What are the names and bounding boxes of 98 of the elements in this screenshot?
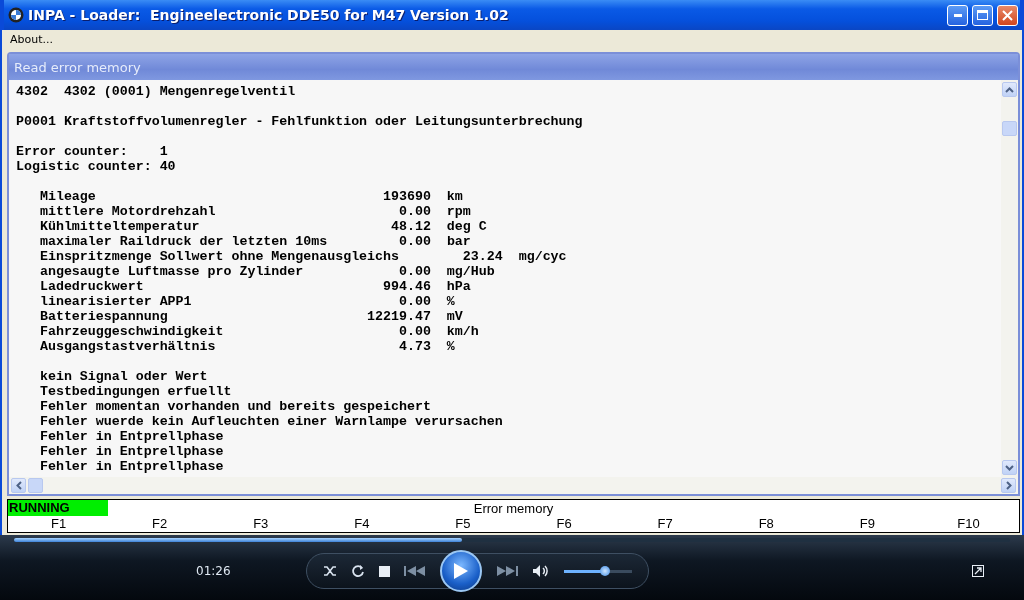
- text-line: Fehler in Entprellphase: [39, 444, 224, 459]
- function-key[interactable]: F3: [210, 516, 312, 532]
- text-line: kein Signal oder Wert: [39, 369, 208, 384]
- scroll-thumb[interactable]: [28, 478, 43, 493]
- function-key[interactable]: F4: [311, 516, 413, 532]
- measurement-value: 0.00: [398, 204, 431, 219]
- function-key[interactable]: F10: [917, 516, 1019, 532]
- measurement-label: Fahrzeuggeschwindigkeit: [39, 324, 225, 339]
- shuffle-icon: [323, 564, 337, 578]
- status-caption: Error memory: [472, 500, 555, 516]
- play-icon: [453, 562, 469, 580]
- measurement-value: 12219.47: [366, 309, 431, 324]
- measurement-unit: deg C: [445, 219, 488, 234]
- text-line: Fehler wuerde kein Aufleuchten einer Warnlampe verursachen: [39, 414, 503, 429]
- function-key[interactable]: F8: [715, 516, 817, 532]
- function-key[interactable]: F2: [109, 516, 211, 532]
- menu-item[interactable]: About...: [2, 32, 61, 46]
- repeat-icon: [351, 564, 365, 578]
- text-line: 4302 4302 (0001) Mengenregelventil: [16, 84, 297, 99]
- measurement-value: 0.00: [398, 264, 431, 279]
- measurement-unit: mg/Hub: [445, 264, 496, 279]
- measurement-label: angesaugte Luftmasse pro Zylinder: [39, 264, 305, 279]
- text-line: Testbedingungen erfuellt: [39, 384, 232, 399]
- measurement-unit: %: [445, 339, 456, 354]
- measurement-value: 0.00: [398, 234, 431, 249]
- speaker-icon: [532, 564, 550, 578]
- stop-button[interactable]: [379, 565, 390, 577]
- measurement-label: maximaler Raildruck der letzten 10ms: [39, 234, 328, 249]
- measurement-unit: hPa: [445, 279, 472, 294]
- measurement-label: Ladedruckwert: [39, 279, 145, 294]
- volume-slider[interactable]: [564, 569, 632, 573]
- measurement-value: 23.24: [461, 249, 503, 264]
- measurement-unit: mg/cyc: [517, 249, 568, 264]
- function-key[interactable]: F9: [816, 516, 918, 532]
- measurement-unit: %: [445, 294, 456, 309]
- close-icon: [1002, 9, 1013, 21]
- vertical-scrollbar[interactable]: [1001, 80, 1018, 477]
- previous-button[interactable]: [404, 566, 426, 576]
- maximize-button[interactable]: [972, 4, 993, 26]
- next-button[interactable]: [496, 566, 518, 576]
- resize-icon: [972, 565, 984, 577]
- maximize-icon: [977, 10, 988, 20]
- mini-mode-button[interactable]: [972, 565, 984, 577]
- measurement-value: 994.46: [382, 279, 431, 294]
- measurement-label: Kühlmitteltemperatur: [39, 219, 201, 234]
- shuffle-button[interactable]: [323, 564, 337, 578]
- text-line: Fehler in Entprellphase: [39, 459, 224, 474]
- scroll-thumb[interactable]: [1002, 121, 1017, 136]
- previous-icon: [404, 566, 426, 576]
- measurement-unit: rpm: [445, 204, 472, 219]
- function-key[interactable]: F1: [8, 516, 110, 532]
- right-chevron-icon: [1005, 481, 1012, 490]
- panel-title: Read error memory: [9, 54, 1018, 80]
- measurement-value: 193690: [382, 189, 431, 204]
- scroll-up-button[interactable]: [1002, 82, 1017, 97]
- text-line: P0001 Kraftstoffvolumenregler - Fehlfunktion oder Leitungsunterbrechung: [16, 114, 584, 129]
- measurement-label: Ausgangstastverhältnis: [39, 339, 217, 354]
- measurement-value: 0.00: [398, 324, 431, 339]
- function-key[interactable]: F6: [513, 516, 615, 532]
- round-logo-icon: [8, 7, 24, 23]
- status-indicator: RUNNING: [8, 500, 108, 516]
- volume-button[interactable]: [532, 564, 550, 578]
- minimize-icon: [953, 13, 962, 17]
- close-button[interactable]: [997, 4, 1018, 26]
- seek-bar[interactable]: [14, 538, 1010, 542]
- down-chevron-icon: [1005, 464, 1014, 471]
- scroll-right-button[interactable]: [1001, 478, 1016, 493]
- measurement-label: linearisierter APP1: [39, 294, 193, 309]
- play-button[interactable]: [440, 550, 482, 592]
- elapsed-time: 01:26: [196, 564, 232, 578]
- measurement-label: Batteriespannung: [39, 309, 169, 324]
- minimize-button[interactable]: [947, 4, 968, 26]
- volume-thumb[interactable]: [599, 565, 610, 576]
- stop-icon: [379, 565, 390, 577]
- scroll-down-button[interactable]: [1002, 460, 1017, 475]
- scroll-left-button[interactable]: [11, 478, 26, 493]
- text-line: Error counter: 1: [16, 144, 169, 159]
- measurement-value: 4.73: [398, 339, 431, 354]
- up-chevron-icon: [1005, 86, 1014, 93]
- horizontal-scrollbar[interactable]: [9, 477, 1018, 494]
- text-line: Fehler momentan vorhanden und bereits gespeichert: [39, 399, 431, 414]
- measurement-label: Einspritzmenge Sollwert ohne Mengenausgleichs: [39, 249, 399, 264]
- text-line: Logistic counter: 40: [16, 159, 177, 174]
- measurement-label: Mileage: [39, 189, 97, 204]
- repeat-button[interactable]: [351, 564, 365, 578]
- measurement-value: 0.00: [398, 294, 431, 309]
- window-title: INPA - Loader: Engineelectronic DDE50 for M47 Version 1.02: [28, 7, 510, 23]
- measurement-unit: km/h: [445, 324, 480, 339]
- measurement-unit: bar: [445, 234, 472, 249]
- measurement-unit: km: [445, 189, 464, 204]
- measurement-label: mittlere Motordrehzahl: [39, 204, 217, 219]
- next-icon: [496, 566, 518, 576]
- left-chevron-icon: [15, 481, 22, 490]
- measurement-value: 48.12: [390, 219, 431, 234]
- function-key[interactable]: F7: [614, 516, 716, 532]
- text-line: Fehler in Entprellphase: [39, 429, 224, 444]
- function-key[interactable]: F5: [412, 516, 514, 532]
- measurement-unit: mV: [445, 309, 464, 324]
